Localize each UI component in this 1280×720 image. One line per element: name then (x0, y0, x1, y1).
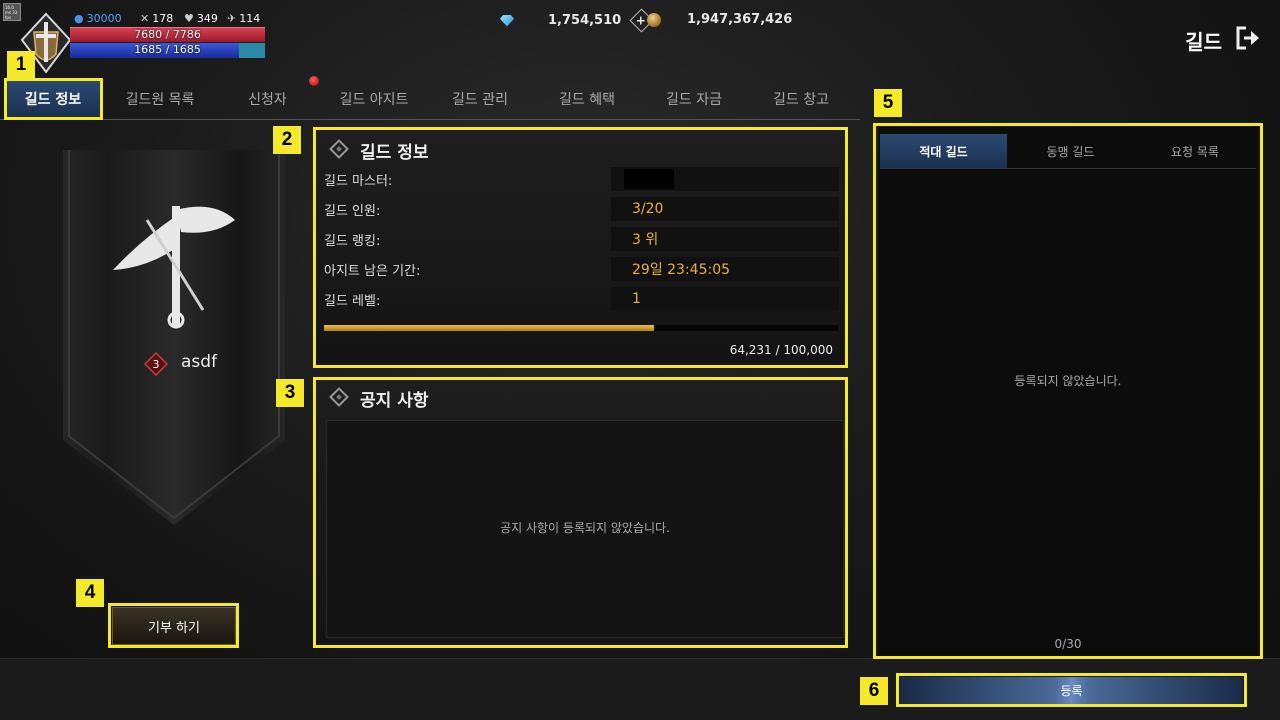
members-label: 길드 인원: (324, 203, 381, 219)
tab-guild-management[interactable]: 길드 관리 (432, 80, 528, 118)
relations-empty-text: 등록되지 않았습니다. (1014, 374, 1122, 388)
register-button[interactable]: 등록 (900, 677, 1243, 704)
info-row-level: 길드 레벨: 1 (324, 287, 839, 311)
attack-stat: ✕ 178 (140, 12, 173, 25)
hideout-time-value: 29일 23:45:05 (611, 257, 839, 281)
blue-orb-stat: ● 30000 (74, 12, 122, 25)
tab-guild-storage[interactable]: 길드 창고 (752, 80, 850, 118)
tab-member-list[interactable]: 길드원 목록 (110, 80, 210, 118)
redacted-name (624, 169, 674, 189)
speed-value: 114 (239, 12, 261, 25)
guild-exp-bar (324, 325, 838, 331)
guild-rank-value: 3 (153, 358, 160, 371)
guild-rank-badge: 3 (144, 352, 168, 376)
tab-guild-hideout[interactable]: 길드 아지트 (325, 80, 423, 118)
marker-2: 2 (273, 126, 301, 154)
tab-guild-info[interactable]: 길드 정보 (5, 80, 101, 118)
master-label: 길드 마스터: (324, 173, 393, 189)
info-row-hideout-time: 아지트 남은 기간: 29일 23:45:05 (324, 257, 839, 281)
mp-text: 1685 / 1685 (134, 43, 201, 56)
level-label: 길드 레벨: (324, 293, 381, 309)
donate-button[interactable]: 기부 하기 (112, 607, 236, 645)
notice-empty-text: 공지 사항이 등록되지 않았습니다. (500, 521, 670, 535)
tab-request-list[interactable]: 요청 목록 (1134, 134, 1256, 168)
speed-stat: ✈ 114 (227, 12, 260, 25)
master-value (611, 167, 839, 191)
guild-name: asdf (181, 352, 218, 372)
info-row-ranking: 길드 랭킹: 3 위 (324, 227, 839, 251)
gold-amount: 1,947,367,426 (687, 12, 793, 27)
guild-relations-panel (878, 127, 1258, 656)
level-value: 1 (611, 287, 839, 311)
tab-applicants[interactable]: 신청자 (220, 80, 315, 118)
hideout-time-label: 아지트 남은 기간: (324, 263, 421, 279)
tab-hostile-guilds[interactable]: 적대 길드 (880, 134, 1007, 168)
guild-exp-fill (324, 325, 655, 331)
tab-guild-benefits[interactable]: 길드 혜택 (538, 80, 636, 118)
guild-banner (63, 150, 285, 525)
ranking-label: 길드 랭킹: (324, 233, 381, 249)
tab-guild-funds[interactable]: 길드 자금 (645, 80, 743, 118)
marker-6: 6 (860, 677, 888, 705)
defense-stat: ♥ 349 (184, 12, 218, 25)
marker-5: 5 (874, 89, 902, 117)
guild-exp-text: 64,231 / 100,000 (729, 343, 833, 357)
marker-1: 1 (7, 51, 35, 79)
defense-value: 349 (196, 12, 218, 25)
ranking-value: 3 위 (611, 227, 839, 251)
tab-allied-guilds[interactable]: 동맹 길드 (1007, 134, 1134, 168)
mp-bar: 1685 / 1685 (70, 43, 265, 58)
plus-icon: + (636, 13, 647, 28)
diamond-bullet-icon (329, 139, 349, 159)
wing-icon: ✈ (227, 12, 237, 25)
gem-currency: 1,754,510 + (500, 8, 654, 33)
page-title: 길드 (1185, 30, 1222, 54)
gem-amount: 1,754,510 (548, 13, 622, 28)
marker-3: 3 (276, 379, 304, 407)
relations-count: 0/30 (1054, 637, 1082, 651)
shield-icon: ♥ (184, 12, 194, 25)
gold-currency: 1,947,367,426 (647, 12, 792, 27)
attack-value: 178 (152, 12, 174, 25)
hp-bar: 7680 / 7786 (70, 27, 265, 42)
blue-orb-value: 30000 (86, 12, 122, 25)
members-value: 3/20 (611, 197, 839, 221)
notification-dot (309, 76, 319, 86)
info-row-members: 길드 인원: 3/20 (324, 197, 839, 221)
guild-info-title: 길드 정보 (360, 143, 429, 163)
gold-coin-icon (647, 12, 661, 27)
crossed-swords-icon: ✕ (140, 12, 150, 25)
tab-divider (0, 119, 860, 120)
hp-text: 7680 / 7786 (134, 28, 201, 41)
gem-icon (500, 14, 514, 27)
right-tab-divider (880, 168, 1256, 169)
blue-orb-icon: ● (74, 12, 84, 25)
guild-tab-bar: 길드 정보 길드원 목록 신청자 길드 아지트 길드 관리 길드 혜택 길드 자… (0, 80, 860, 120)
marker-4: 4 (76, 579, 104, 607)
notice-title: 공지 사항 (360, 391, 429, 411)
fps-counter: 16.0 ms 33 fps (3, 3, 21, 21)
exit-icon[interactable] (1236, 26, 1262, 50)
info-row-master: 길드 마스터: (324, 167, 839, 191)
diamond-bullet-icon (329, 387, 349, 407)
